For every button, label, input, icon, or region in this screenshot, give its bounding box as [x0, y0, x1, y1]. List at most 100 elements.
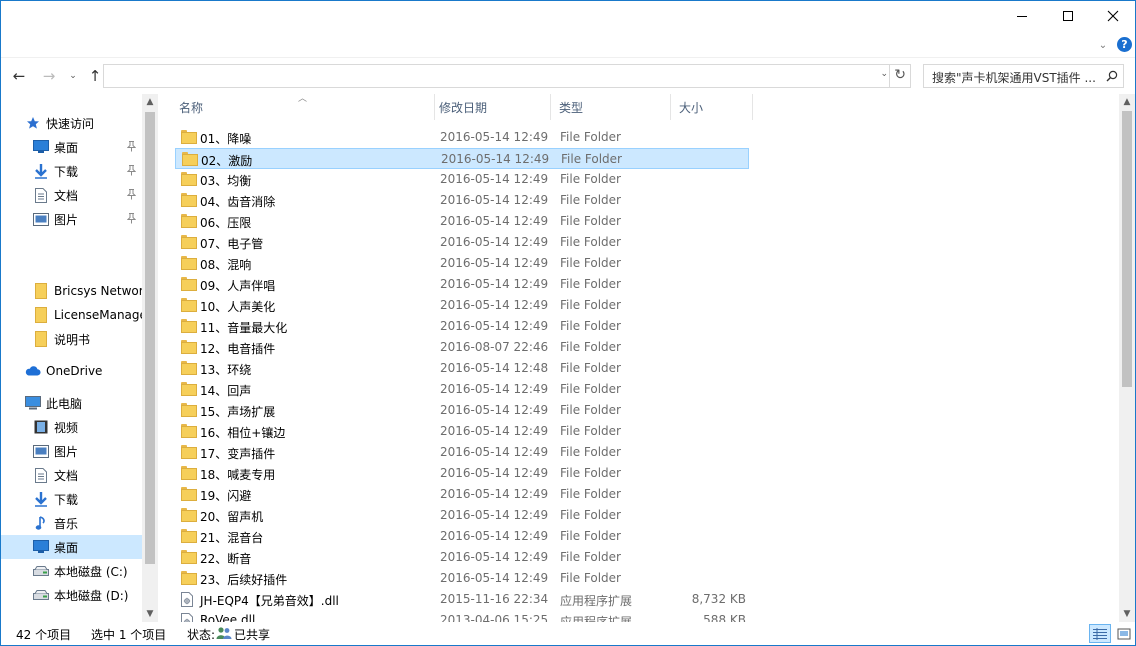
file-list-scrollbar[interactable]: ▲ ▼	[1119, 94, 1135, 622]
file-row[interactable]: 07、电子管 2016-05-14 12:49 File Folder	[175, 232, 749, 253]
details-view-button[interactable]	[1089, 624, 1111, 643]
file-row[interactable]: 14、回声 2016-05-14 12:49 File Folder	[175, 379, 749, 400]
file-row[interactable]: 12、电音插件 2016-08-07 22:46 File Folder	[175, 337, 749, 358]
file-row[interactable]: 21、混音台 2016-05-14 12:49 File Folder	[175, 526, 749, 547]
maximize-button[interactable]	[1045, 1, 1091, 31]
file-row[interactable]: 01、降噪 2016-05-14 12:49 File Folder	[175, 127, 749, 148]
file-row[interactable]: 06、压限 2016-05-14 12:49 File Folder	[175, 211, 749, 232]
file-size: 8,732 KB	[691, 592, 746, 606]
nav-item-label: 图片	[54, 444, 79, 459]
file-row[interactable]: 11、音量最大化 2016-05-14 12:49 File Folder	[175, 316, 749, 337]
nav-item[interactable]: 此电脑	[1, 391, 142, 415]
nav-item[interactable]: Bricsys Network	[1, 279, 142, 303]
file-row[interactable]: 17、变声插件 2016-05-14 12:49 File Folder	[175, 442, 749, 463]
file-name: 03、均衡	[200, 174, 252, 188]
folder-icon	[181, 193, 197, 207]
file-name: 19、闪避	[200, 489, 252, 503]
nav-item[interactable]: OneDrive	[1, 359, 142, 383]
file-type: File Folder	[560, 277, 621, 291]
file-type: File Folder	[560, 424, 621, 438]
nav-item[interactable]: 文档	[1, 463, 142, 487]
file-row[interactable]: 23、后续好插件 2016-05-14 12:49 File Folder	[175, 568, 749, 589]
back-button[interactable]: ←	[9, 66, 29, 86]
file-name: 04、齿音消除	[200, 195, 276, 209]
file-row[interactable]: 16、相位+镶边 2016-05-14 12:49 File Folder	[175, 421, 749, 442]
file-name: 07、电子管	[200, 237, 264, 251]
computer-icon	[25, 395, 41, 411]
search-icon	[1106, 70, 1118, 82]
address-dropdown-button[interactable]: ⌄	[880, 69, 888, 79]
close-icon	[1107, 10, 1119, 22]
download-icon	[33, 491, 49, 507]
folder-icon	[182, 152, 198, 166]
file-type: File Folder	[560, 445, 621, 459]
nav-item[interactable]: 下载	[1, 159, 142, 183]
drive-icon	[33, 563, 49, 579]
file-row[interactable]: 04、齿音消除 2016-05-14 12:49 File Folder	[175, 190, 749, 211]
file-row[interactable]: 15、声场扩展 2016-05-14 12:49 File Folder	[175, 400, 749, 421]
file-row[interactable]: RoVee.dll 2013-04-06 15:25 应用程序扩展 588 KB	[175, 610, 749, 622]
file-row[interactable]: JH-EQP4【兄弟音效】.dll 2015-11-16 22:34 应用程序扩展 8…	[175, 589, 749, 610]
scroll-down-icon[interactable]: ▼	[1119, 606, 1135, 622]
file-row[interactable]: 03、均衡 2016-05-14 12:49 File Folder	[175, 169, 749, 190]
file-date: 2016-05-14 12:49	[440, 550, 549, 564]
file-row[interactable]: 20、留声机 2016-05-14 12:49 File Folder	[175, 505, 749, 526]
file-row[interactable]: 09、人声伴唱 2016-05-14 12:49 File Folder	[175, 274, 749, 295]
scroll-thumb[interactable]	[1122, 111, 1132, 387]
column-date[interactable]: 修改日期	[431, 94, 551, 120]
folder-icon	[181, 361, 197, 375]
navigation-pane: 快速访问桌面下载文档图片Bricsys NetworkLicenseManage…	[1, 94, 158, 622]
scroll-down-icon[interactable]: ▼	[142, 606, 158, 622]
file-row[interactable]: 19、闪避 2016-05-14 12:49 File Folder	[175, 484, 749, 505]
scroll-up-icon[interactable]: ▲	[1119, 94, 1135, 110]
file-type: File Folder	[560, 508, 621, 522]
nav-item[interactable]: 音乐	[1, 511, 142, 535]
file-row[interactable]: 18、喊麦专用 2016-05-14 12:49 File Folder	[175, 463, 749, 484]
folder-icon	[33, 307, 49, 323]
column-size[interactable]: 大小	[671, 94, 753, 120]
file-row[interactable]: 10、人声美化 2016-05-14 12:49 File Folder	[175, 295, 749, 316]
file-row[interactable]: 22、断音 2016-05-14 12:49 File Folder	[175, 547, 749, 568]
forward-button[interactable]: →	[39, 66, 59, 86]
help-button[interactable]: ?	[1117, 37, 1132, 52]
refresh-button[interactable]: ↻	[894, 67, 906, 83]
file-row[interactable]: 08、混响 2016-05-14 12:49 File Folder	[175, 253, 749, 274]
folder-icon	[181, 340, 197, 354]
column-type[interactable]: 类型	[551, 94, 671, 120]
search-input[interactable]: 搜索"声卡机架通用VST插件 ...	[923, 64, 1124, 88]
details-view-icon	[1093, 627, 1107, 640]
file-row[interactable]: 13、环绕 2016-05-14 12:48 File Folder	[175, 358, 749, 379]
nav-item[interactable]: 本地磁盘 (C:)	[1, 559, 142, 583]
nav-item[interactable]: 本地磁盘 (D:)	[1, 583, 142, 607]
nav-item[interactable]: 视频	[1, 415, 142, 439]
address-bar[interactable]: ⌄ ↻	[103, 64, 911, 88]
navigation-scrollbar[interactable]: ▲ ▼	[142, 94, 158, 622]
nav-item[interactable]: 文档	[1, 183, 142, 207]
recent-locations-button[interactable]: ⌄	[65, 66, 81, 86]
file-name: 11、音量最大化	[200, 321, 288, 335]
nav-item[interactable]: 下载	[1, 487, 142, 511]
file-name: 16、相位+镶边	[200, 426, 286, 440]
file-date: 2016-05-14 12:49	[440, 298, 549, 312]
up-button[interactable]: ↑	[85, 66, 105, 86]
minimize-button[interactable]	[999, 1, 1045, 31]
scroll-thumb[interactable]	[145, 112, 155, 564]
ribbon-expand-button[interactable]: ⌄	[1095, 37, 1111, 53]
large-icons-view-button[interactable]	[1113, 624, 1135, 643]
folder-icon	[181, 382, 197, 396]
nav-item[interactable]: 图片	[1, 207, 142, 231]
nav-item[interactable]: LicenseManager	[1, 303, 142, 327]
nav-item-label: 下载	[54, 492, 79, 507]
scroll-up-icon[interactable]: ▲	[142, 94, 158, 110]
nav-item[interactable]: 桌面	[1, 535, 142, 559]
nav-item[interactable]: 快速访问	[1, 111, 142, 135]
nav-item-label: 此电脑	[46, 396, 83, 411]
close-button[interactable]	[1090, 1, 1135, 31]
file-name: 22、断音	[200, 552, 252, 566]
nav-item[interactable]: 说明书	[1, 327, 142, 351]
nav-item[interactable]: 桌面	[1, 135, 142, 159]
file-row[interactable]: 02、激励 2016-05-14 12:49 File Folder	[175, 148, 749, 169]
file-date: 2016-05-14 12:49	[440, 235, 549, 249]
file-type: File Folder	[560, 214, 621, 228]
nav-item[interactable]: 图片	[1, 439, 142, 463]
